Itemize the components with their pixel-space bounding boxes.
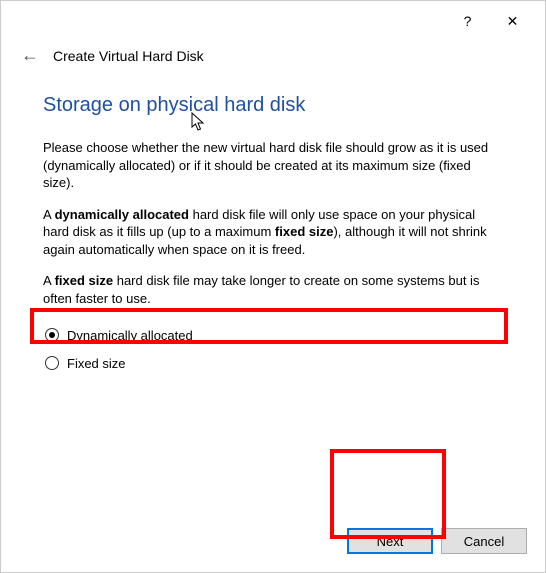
close-button[interactable]: ✕ (490, 6, 535, 36)
heading-text: Storage on physical hard disk (43, 94, 305, 116)
content-area: Storage on physical hard disk Please cho… (1, 76, 545, 377)
radio-fixed-label: Fixed size (67, 356, 126, 371)
para2-d: fixed size (275, 224, 334, 239)
storage-type-radio-group: Dynamically allocated Fixed size (43, 321, 503, 377)
help-button[interactable]: ? (445, 6, 490, 36)
description-para-3: A fixed size hard disk file may take lon… (43, 272, 503, 307)
radio-dot-icon (49, 332, 55, 338)
back-arrow-icon[interactable]: ← (21, 45, 39, 66)
dialog-window: ? ✕ ← Create Virtual Hard Disk Storage o… (0, 0, 546, 573)
cancel-button[interactable]: Cancel (441, 528, 527, 554)
para2-a: A (43, 207, 55, 222)
radio-circle-icon (45, 328, 59, 342)
description-para-2: A dynamically allocated hard disk file w… (43, 206, 503, 259)
dialog-title: Create Virtual Hard Disk (53, 48, 204, 64)
radio-dynamic[interactable]: Dynamically allocated (43, 321, 503, 349)
radio-circle-icon (45, 356, 59, 370)
page-heading: Storage on physical hard disk (43, 94, 503, 117)
para3-b: fixed size (55, 273, 114, 288)
radio-fixed[interactable]: Fixed size (43, 349, 503, 377)
next-button[interactable]: Next (347, 528, 433, 554)
para1-text: Please choose whether the new virtual ha… (43, 140, 488, 190)
titlebar: ? ✕ (1, 1, 545, 41)
description-para-1: Please choose whether the new virtual ha… (43, 139, 503, 192)
radio-dynamic-label: Dynamically allocated (67, 328, 193, 343)
header-row: ← Create Virtual Hard Disk (1, 41, 545, 76)
dialog-footer: Next Cancel (347, 528, 527, 554)
annotation-highlight-next (330, 449, 446, 539)
para2-b: dynamically allocated (55, 207, 189, 222)
para3-a: A (43, 273, 55, 288)
